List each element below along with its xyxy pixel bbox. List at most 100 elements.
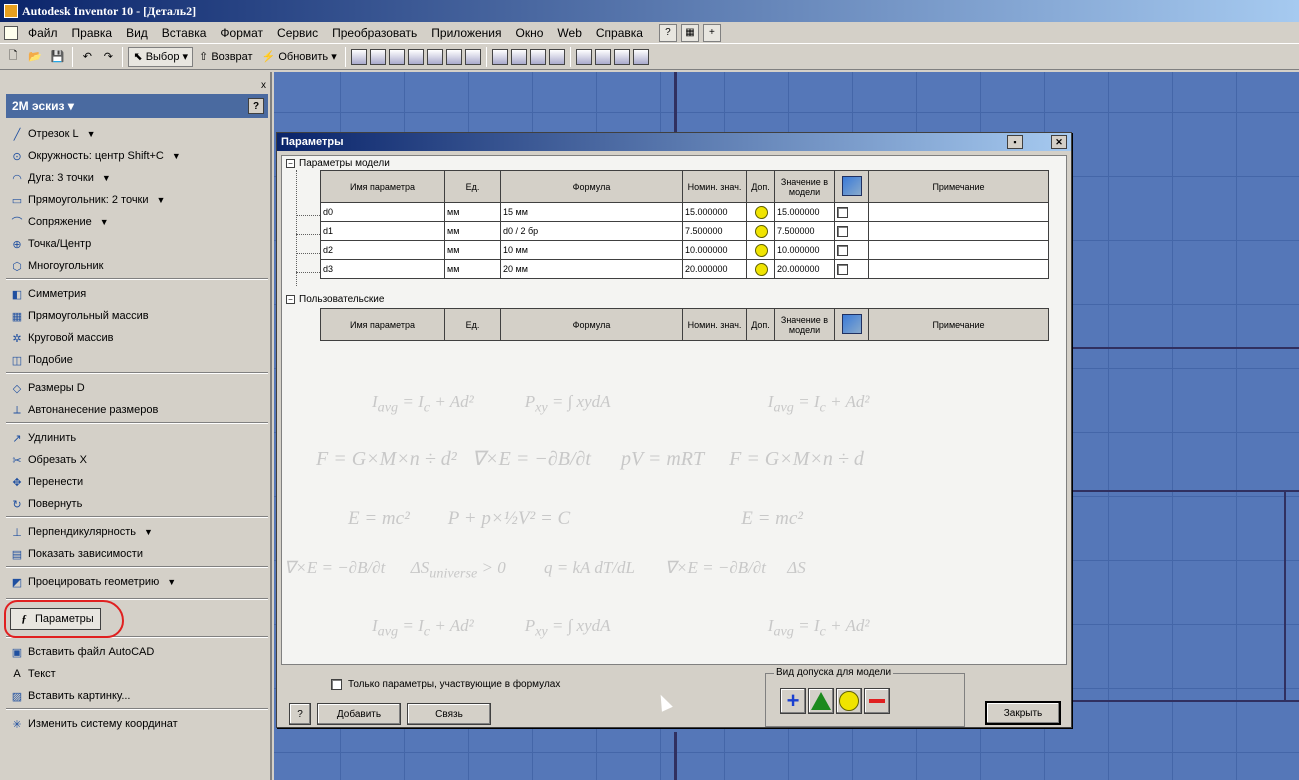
add-button[interactable]: Добавить: [317, 703, 401, 725]
param-unit-cell[interactable]: мм: [444, 240, 501, 260]
param-export-cell[interactable]: [834, 240, 869, 260]
chevron-down-icon[interactable]: ▼: [157, 195, 166, 205]
update-button[interactable]: ⚡ Обновить ▾: [259, 47, 340, 67]
panel-cmd-auto-dimension[interactable]: ⟂ Автонанесение размеров: [10, 400, 158, 420]
export-checkbox[interactable]: [837, 206, 848, 218]
add-icon[interactable]: +: [702, 23, 721, 42]
chevron-down-icon[interactable]: ▼: [87, 129, 96, 139]
panel-cmd-rect-array[interactable]: ▦ Прямоугольный массив: [10, 306, 149, 326]
model-params-group[interactable]: − Параметры модели: [286, 158, 390, 169]
grid-icon[interactable]: [613, 48, 630, 65]
table-row[interactable]: d3 мм 20 мм 20.000000 20.000000: [320, 259, 1049, 279]
panel-cmd-extend[interactable]: ↗ Удлинить: [10, 428, 76, 448]
menu-item-10[interactable]: Справка: [590, 24, 649, 42]
param-formula-cell[interactable]: 10 мм: [500, 240, 683, 260]
sketch-line[interactable]: [1284, 490, 1286, 700]
checkbox-box[interactable]: [331, 679, 342, 690]
user-table-col-header[interactable]: Ед.: [444, 308, 501, 341]
redo-icon[interactable]: ↷: [99, 47, 117, 67]
panel-cmd-circ-array[interactable]: ✲ Круговой массив: [10, 328, 113, 348]
axis-icon[interactable]: [548, 48, 565, 65]
return-button[interactable]: ⇧ Возврат: [196, 47, 256, 67]
export-params-icon[interactable]: [841, 175, 862, 196]
menu-item-7[interactable]: Приложения: [425, 24, 507, 42]
panel-cmd-trim[interactable]: ✂ Обрезать X: [10, 450, 87, 470]
param-comment-cell[interactable]: [868, 259, 1049, 279]
param-formula-cell[interactable]: 15 мм: [500, 202, 683, 222]
model-table-col-header[interactable]: Примечание: [868, 170, 1049, 203]
param-comment-cell[interactable]: [868, 240, 1049, 260]
panel-cmd-text[interactable]: A Текст: [10, 664, 55, 684]
panel-cmd-rectangle[interactable]: ▭ Прямоугольник: 2 точки ▼: [10, 190, 166, 210]
param-unit-cell[interactable]: мм: [444, 259, 501, 279]
user-table-col-header[interactable]: Формула: [500, 308, 683, 341]
table-row[interactable]: d2 мм 10 мм 10.000000 10.000000: [320, 240, 1049, 260]
panel-cmd-point[interactable]: ⊕ Точка/Центр: [10, 234, 91, 254]
user-table-col-header[interactable]: Имя параметра: [320, 308, 445, 341]
param-name-cell[interactable]: d3: [320, 259, 445, 279]
look-at-icon[interactable]: [464, 48, 481, 65]
sketch-line[interactable]: [674, 732, 677, 780]
model-table-col-header[interactable]: Значение в модели: [774, 170, 835, 203]
menu-item-8[interactable]: Окно: [510, 24, 550, 42]
param-unit-cell[interactable]: мм: [444, 202, 501, 222]
param-comment-cell[interactable]: [868, 221, 1049, 241]
model-table-col-header[interactable]: Доп.: [746, 170, 775, 203]
param-export-cell[interactable]: [834, 221, 869, 241]
sketch-line[interactable]: [1072, 700, 1299, 702]
panel-cmd-show-constraints[interactable]: ▤ Показать зависимости: [10, 544, 143, 564]
panel-cmd-coord[interactable]: ✳ Изменить систему координат: [10, 714, 177, 734]
model-table-col-header[interactable]: [834, 170, 869, 203]
dialog-pin-icon[interactable]: ▪: [1007, 135, 1023, 149]
sketch-line[interactable]: [674, 72, 677, 132]
panel-cmd-image[interactable]: ▨ Вставить картинку...: [10, 686, 131, 706]
menu-item-6[interactable]: Преобразовать: [326, 24, 423, 42]
panel-cmd-perpendicular[interactable]: ⊥ Перпендикулярность ▼: [10, 522, 153, 542]
dialog-help-button[interactable]: ?: [289, 703, 311, 725]
model-table-col-header[interactable]: Формула: [500, 170, 683, 203]
user-table-col-header[interactable]: Номин. знач.: [682, 308, 747, 341]
collapse-icon[interactable]: −: [286, 295, 295, 304]
panel-header[interactable]: 2М эскиз ▾ ?: [6, 94, 268, 118]
panel-cmd-move[interactable]: ✥ Перенести: [10, 472, 83, 492]
tolerance-lower-button[interactable]: [864, 688, 890, 714]
user-table-col-header[interactable]: Доп.: [746, 308, 775, 341]
chevron-down-icon[interactable]: ▼: [144, 527, 153, 537]
help-icon[interactable]: ?: [658, 23, 677, 42]
param-comment-cell[interactable]: [868, 202, 1049, 222]
menu-item-3[interactable]: Вставка: [156, 24, 213, 42]
panel-cmd-fillet[interactable]: ⌒ Сопряжение ▼: [10, 212, 109, 232]
dialog-titlebar[interactable]: Параметры ▪ ✕: [277, 133, 1071, 151]
zoom-all-icon[interactable]: [350, 48, 367, 65]
export-checkbox[interactable]: [837, 263, 848, 275]
param-formula-cell[interactable]: 20 мм: [500, 259, 683, 279]
menu-item-4[interactable]: Формат: [214, 24, 269, 42]
panel-cmd-circle[interactable]: ⊙ Окружность: центр Shift+C ▼: [10, 146, 180, 166]
formula-only-checkbox[interactable]: Только параметры, участвующие в формулах: [331, 679, 560, 690]
param-tolerance-cell[interactable]: [746, 240, 775, 260]
menu-item-5[interactable]: Сервис: [271, 24, 324, 42]
table-row[interactable]: d0 мм 15 мм 15.000000 15.000000: [320, 202, 1049, 222]
param-name-cell[interactable]: d2: [320, 240, 445, 260]
close-button[interactable]: Закрыть: [985, 701, 1061, 725]
panel-cmd-line[interactable]: ╱ Отрезок L ▼: [10, 124, 96, 144]
chevron-down-icon[interactable]: ▼: [102, 173, 111, 183]
fx-toolbar-icon[interactable]: [632, 48, 649, 65]
center-icon[interactable]: [594, 48, 611, 65]
calc-icon[interactable]: ▦: [680, 23, 699, 42]
panel-cmd-polygon[interactable]: ⬡ Многоугольник: [10, 256, 103, 276]
link-button[interactable]: Связь: [407, 703, 491, 725]
export-checkbox[interactable]: [837, 225, 848, 237]
user-params-group[interactable]: − Пользовательские: [286, 294, 384, 305]
export-params-icon[interactable]: [841, 313, 862, 334]
panel-cmd-offset[interactable]: ◫ Подобие: [10, 350, 73, 370]
panel-help-button[interactable]: ?: [248, 98, 264, 114]
user-table-col-header[interactable]: Значение в модели: [774, 308, 835, 341]
new-file-icon[interactable]: 🗋: [4, 47, 22, 67]
tolerance-nominal-button[interactable]: [836, 688, 862, 714]
param-tolerance-cell[interactable]: [746, 202, 775, 222]
zoom-icon[interactable]: [426, 48, 443, 65]
menu-item-2[interactable]: Вид: [120, 24, 154, 42]
dialog-close-icon[interactable]: ✕: [1051, 135, 1067, 149]
orbit-icon[interactable]: [445, 48, 462, 65]
